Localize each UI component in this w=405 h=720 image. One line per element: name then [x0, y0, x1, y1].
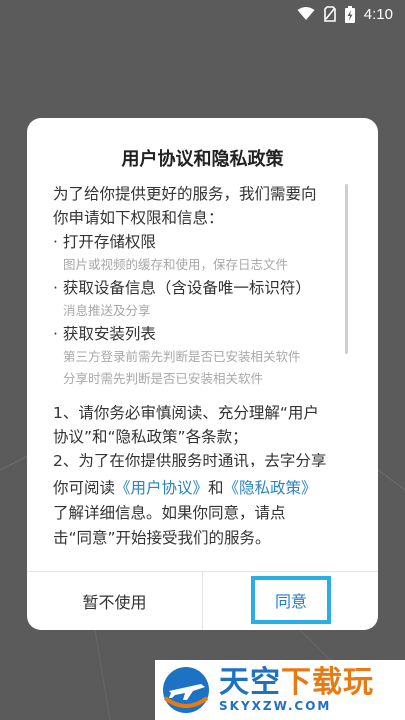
permission-title: · 获取安装列表: [53, 325, 156, 343]
privacy-policy-link[interactable]: 《隐私政策》: [224, 479, 317, 497]
permission-desc: 图片或视频的缓存和使用，保存日志文件: [63, 257, 289, 272]
agree-button[interactable]: 同意: [251, 576, 331, 624]
status-bar: 4:10: [0, 0, 405, 28]
notice-text: 了解详细信息。如果你同意，请点: [53, 504, 286, 522]
watermark-en: SKYXZW.COM: [219, 699, 332, 713]
watermark: 天空下载玩 SKYXZW.COM: [155, 660, 405, 720]
status-time: 4:10: [363, 5, 393, 23]
decline-button[interactable]: 暂不使用: [27, 572, 202, 630]
permission-desc: 分享时需先判断是否已安装相关软件: [63, 371, 264, 386]
clause-text: 1、请你务必审慎阅读、充分理解“用户: [53, 404, 319, 422]
privacy-dialog: 用户协议和隐私政策 为了给你提供更好的服务，我们需要向 你申请如下权限和信息： …: [27, 118, 378, 630]
clause-text: 2、为了在你提供服务时通讯，去字分享: [53, 452, 327, 467]
intro-text: 你申请如下权限和信息：: [53, 209, 224, 227]
battery-charging-icon: [344, 5, 355, 23]
agreement-notice: 你可阅读《用户协议》和《隐私政策》 了解详细信息。如果你同意，请点 击“同意”开…: [53, 476, 358, 551]
watermark-cn: 天空: [219, 665, 281, 700]
clause-text: 协议”和“隐私政策”各条款；: [53, 428, 248, 446]
airplane-logo-icon: [163, 667, 209, 713]
notice-text: 击“同意”开始接受我们的服务。: [53, 529, 271, 547]
dialog-title: 用户协议和隐私政策: [121, 149, 284, 170]
permission-title: · 获取设备信息（含设备唯一标识符）: [53, 279, 311, 297]
permission-title: · 打开存储权限: [53, 233, 156, 251]
no-sim-icon: [323, 6, 336, 22]
permission-desc: 第三方登录前需先判断是否已安装相关软件: [63, 349, 301, 364]
wifi-icon: [297, 7, 315, 20]
permission-desc: 消息推送及分享: [63, 303, 151, 318]
user-agreement-link[interactable]: 《用户协议》: [115, 479, 208, 497]
watermark-cn: 下载玩: [281, 665, 374, 700]
scrollbar-thumb[interactable]: [345, 184, 348, 354]
button-divider: [202, 571, 203, 630]
notice-text: 你可阅读: [53, 479, 116, 497]
intro-text: 为了给你提供更好的服务，我们需要向: [53, 185, 317, 203]
terms-scroll-area[interactable]: 为了给你提供更好的服务，我们需要向 你申请如下权限和信息： · 打开存储权限 图…: [53, 182, 353, 467]
notice-text: 和: [208, 479, 224, 497]
